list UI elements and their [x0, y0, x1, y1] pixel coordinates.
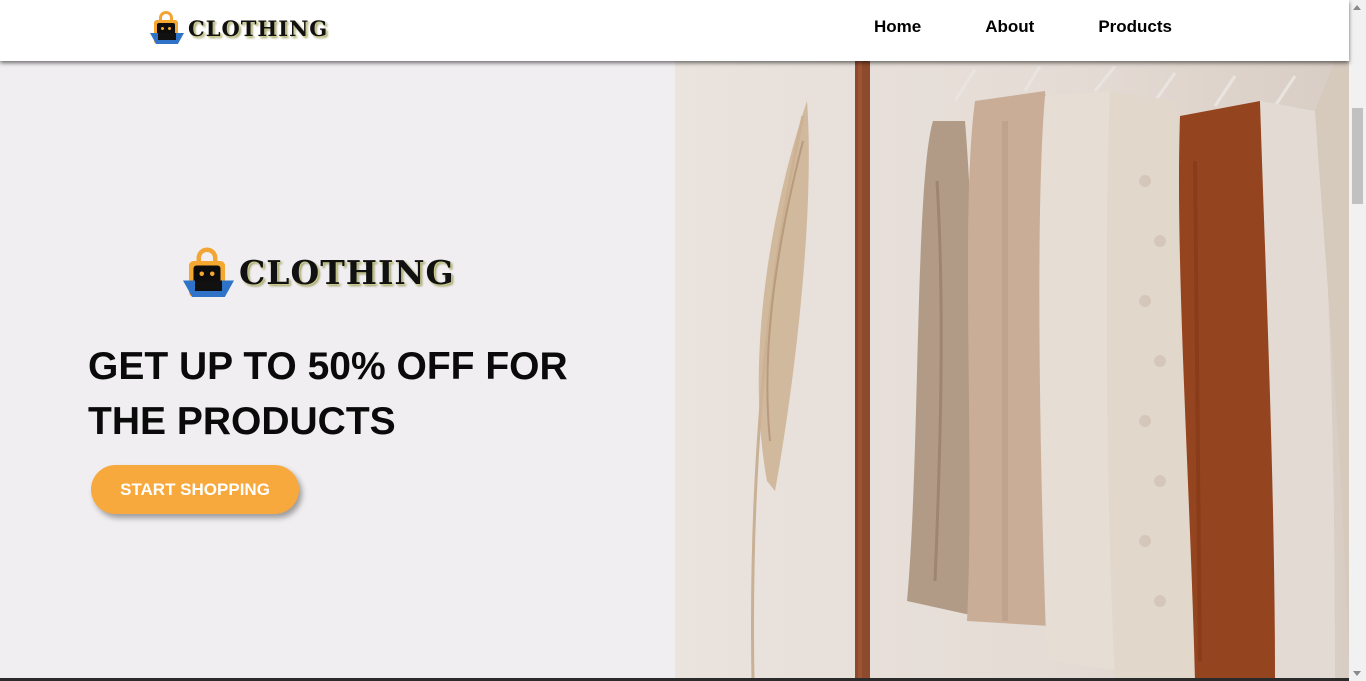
brand-logo-link[interactable]: CLOTHING — [150, 9, 328, 47]
shopping-bag-icon — [183, 247, 234, 298]
hero-logo: CLOTHING — [183, 247, 455, 297]
start-shopping-button[interactable]: START SHOPPING — [91, 465, 299, 514]
top-navbar: CLOTHING Home About Products — [0, 0, 1349, 61]
shopping-bag-icon — [150, 11, 184, 45]
scroll-down-icon[interactable] — [1353, 671, 1361, 676]
nav-link-about[interactable]: About — [985, 17, 1034, 37]
hero-logo-text: CLOTHING — [239, 253, 455, 292]
page-scrollbar[interactable] — [1349, 0, 1366, 681]
brand-logo-text: CLOTHING — [188, 15, 329, 41]
nav-link-products[interactable]: Products — [1098, 17, 1172, 37]
clothing-rack-image — [675, 61, 1349, 681]
hero-section: CLOTHING GET UP TO 50% OFF FOR THE PRODU… — [0, 61, 675, 681]
scrollbar-thumb[interactable] — [1352, 108, 1363, 204]
hero-headline: GET UP TO 50% OFF FOR THE PRODUCTS — [88, 345, 568, 443]
main-nav: Home About Products — [874, 17, 1236, 37]
scroll-up-icon[interactable] — [1353, 5, 1361, 10]
nav-link-home[interactable]: Home — [874, 17, 921, 37]
